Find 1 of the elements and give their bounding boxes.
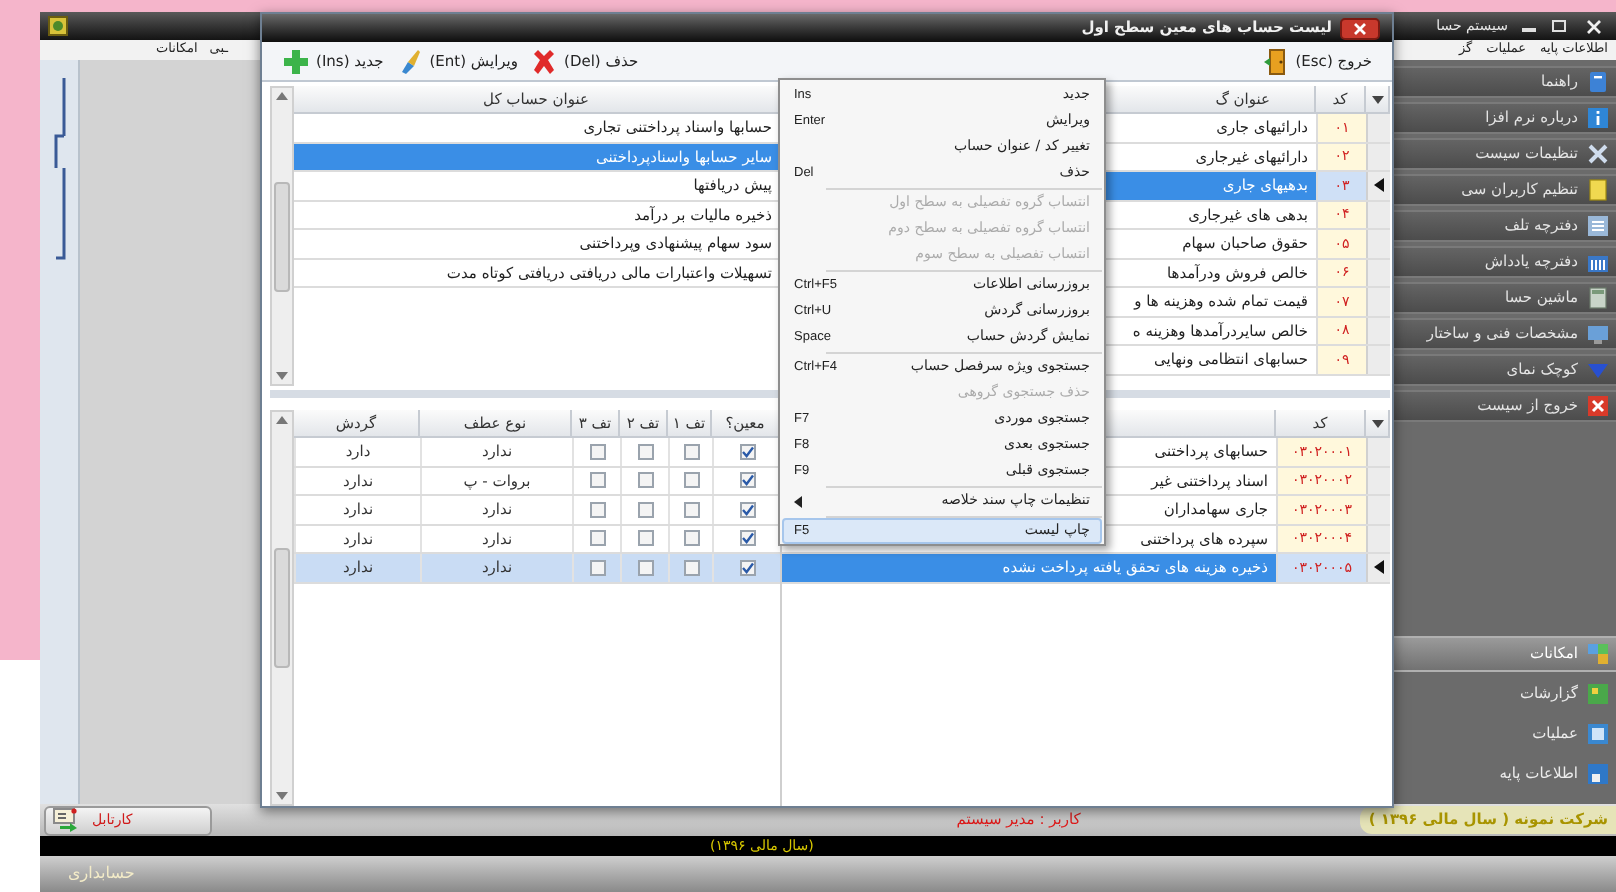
app-name: حسابداری: [68, 862, 135, 886]
